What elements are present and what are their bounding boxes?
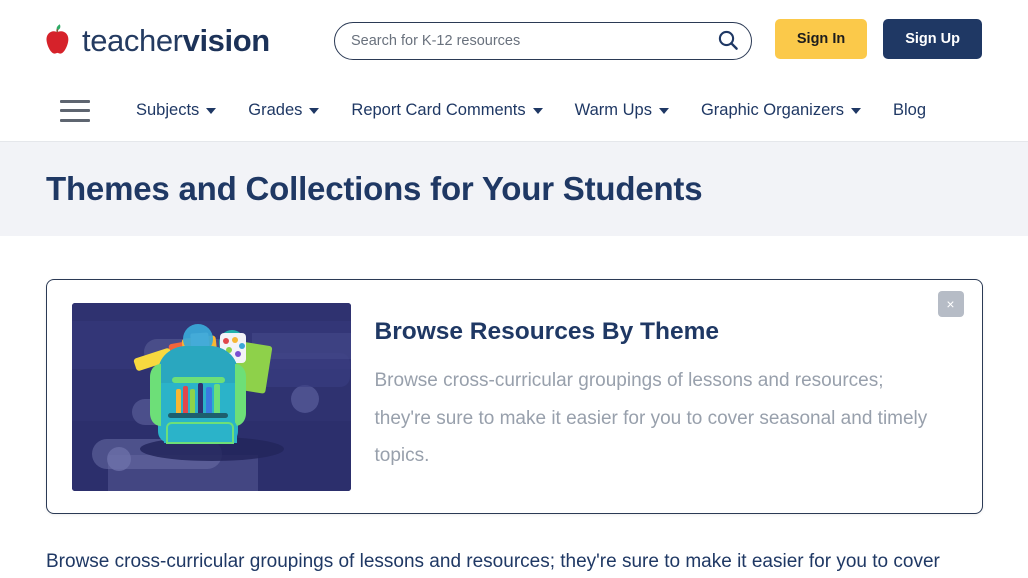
site-logo[interactable]: teachervision [42,17,270,63]
nav-item-grades[interactable]: Grades [232,95,335,126]
nav-item-subjects[interactable]: Subjects [120,95,232,126]
backpack-illustration [71,302,351,491]
nav-items: Subjects Grades Report Card Comments War… [120,95,942,126]
main-navigation: Subjects Grades Report Card Comments War… [0,80,1028,142]
nav-item-label: Graphic Organizers [700,101,845,119]
search-icon [717,29,739,54]
search-bar[interactable] [334,22,752,60]
hamburger-bar [60,109,90,112]
promo-body: Browse Resources By Theme Browse cross-c… [351,318,975,475]
hamburger-bar [60,118,90,122]
sign-up-button[interactable]: Sign Up [883,19,982,59]
content-area: Browse Resources By Theme Browse cross-c… [0,236,1028,578]
hamburger-icon[interactable] [60,99,90,122]
logo-text-vision: vision [182,22,271,58]
nav-item-report-card-comments[interactable]: Report Card Comments [335,95,558,126]
chevron-down-icon [658,107,669,114]
site-header: teachervision Sign In Sign Up [0,0,1028,80]
promo-card: Browse Resources By Theme Browse cross-c… [45,279,983,514]
logo-wordmark: teachervision [82,25,270,56]
sign-in-button[interactable]: Sign In [774,19,868,59]
hamburger-bar [60,99,90,103]
intro-paragraph: Browse cross-curricular groupings of les… [46,551,940,572]
promo-description: Browse cross-curricular groupings of les… [374,369,928,467]
auth-buttons: Sign In Sign Up [774,19,982,59]
nav-item-label: Report Card Comments [351,101,526,119]
nav-item-label: Grades [248,101,303,119]
chevron-down-icon [309,107,320,114]
nav-item-label: Warm Ups [574,101,652,119]
nav-item-warm-ups[interactable]: Warm Ups [559,95,685,126]
chevron-down-icon [206,107,217,114]
apple-icon [42,23,72,57]
chevron-down-icon [851,107,862,114]
chevron-down-icon [532,107,543,114]
nav-item-label: Blog [893,101,927,119]
logo-text-teacher: teacher [82,22,183,58]
page-title: Themes and Collections for Your Students [46,170,703,207]
nav-item-blog[interactable]: Blog [877,95,942,126]
nav-item-graphic-organizers[interactable]: Graphic Organizers [685,95,877,126]
close-icon[interactable]: × [937,291,964,317]
page-title-band: Themes and Collections for Your Students [0,142,1028,236]
promo-title: Browse Resources By Theme [374,317,720,345]
search-input[interactable] [335,23,705,59]
search-button[interactable] [705,23,751,59]
nav-item-label: Subjects [136,101,200,119]
